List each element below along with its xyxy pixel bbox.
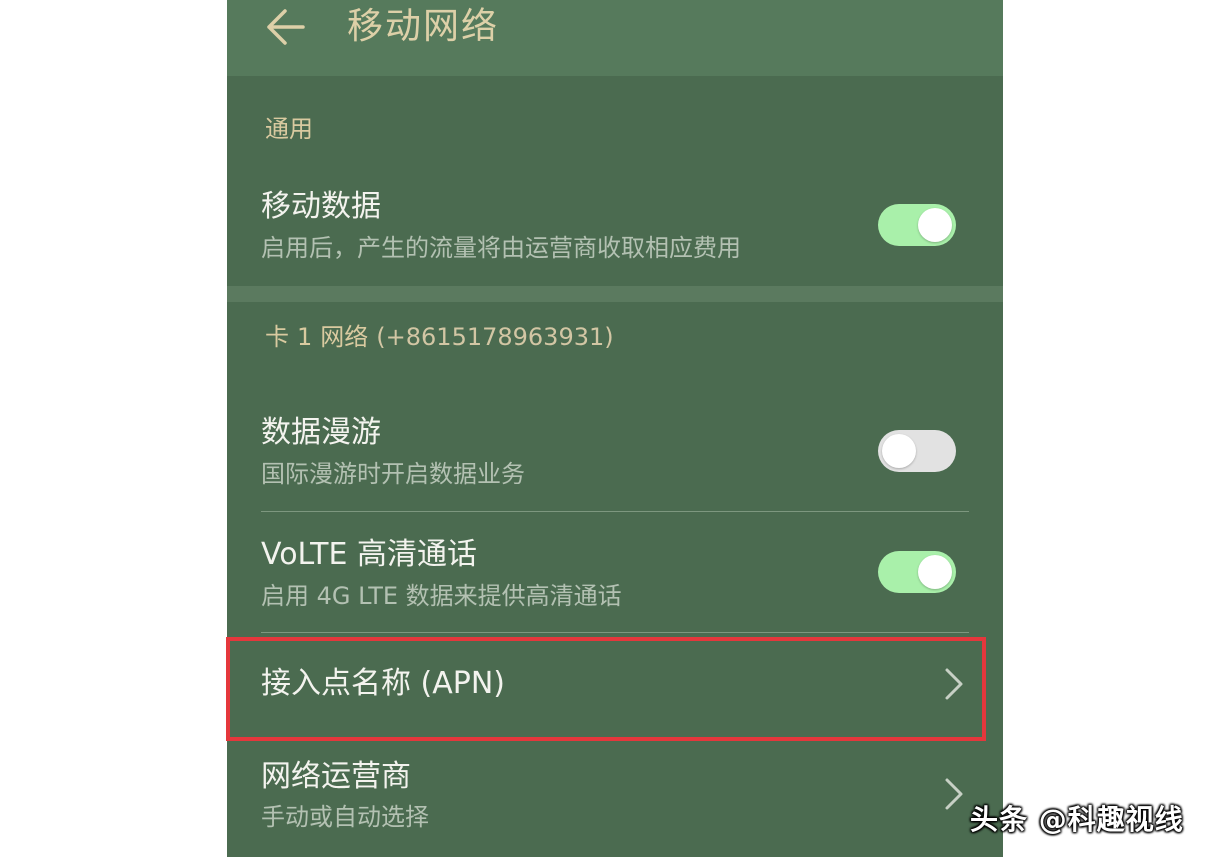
mobile-data-subtitle: 启用后，产生的流量将由运营商收取相应费用 <box>261 234 741 262</box>
operator-subtitle: 手动或自动选择 <box>261 803 429 831</box>
page-title: 移动网络 <box>347 6 500 47</box>
data-roaming-toggle[interactable] <box>878 430 956 472</box>
sim-phone-number: (+8615178963931) <box>376 323 614 351</box>
sim-number: 1 <box>297 323 313 351</box>
arrow-left-icon[interactable] <box>263 6 307 48</box>
data-roaming-title: 数据漫游 <box>261 415 381 450</box>
toggle-knob <box>918 208 952 242</box>
data-roaming-subtitle: 国际漫游时开启数据业务 <box>261 460 525 488</box>
row-separator <box>261 632 969 633</box>
section-divider <box>227 286 1003 302</box>
section-header-general: 通用 <box>265 115 313 143</box>
mobile-data-title: 移动数据 <box>261 189 381 224</box>
watermark: 头条 @科趣视线 <box>970 803 1184 836</box>
volte-toggle[interactable] <box>878 551 956 593</box>
app-bar: 移动网络 <box>227 0 1003 76</box>
sim-label-suffix: 网络 <box>320 323 369 351</box>
operator-title: 网络运营商 <box>261 759 411 794</box>
volte-title: VoLTE 高清通话 <box>261 537 477 572</box>
row-separator <box>261 511 969 512</box>
sim-label-prefix: 卡 <box>265 323 289 351</box>
toggle-knob <box>918 555 952 589</box>
toggle-knob <box>882 434 916 468</box>
mobile-data-toggle[interactable] <box>878 204 956 246</box>
section-header-sim1: 卡 1 网络 (+8615178963931) <box>265 322 614 352</box>
apn-highlight-box <box>226 637 986 741</box>
chevron-right-icon <box>945 778 963 810</box>
volte-subtitle: 启用 4G LTE 数据来提供高清通话 <box>261 582 622 610</box>
